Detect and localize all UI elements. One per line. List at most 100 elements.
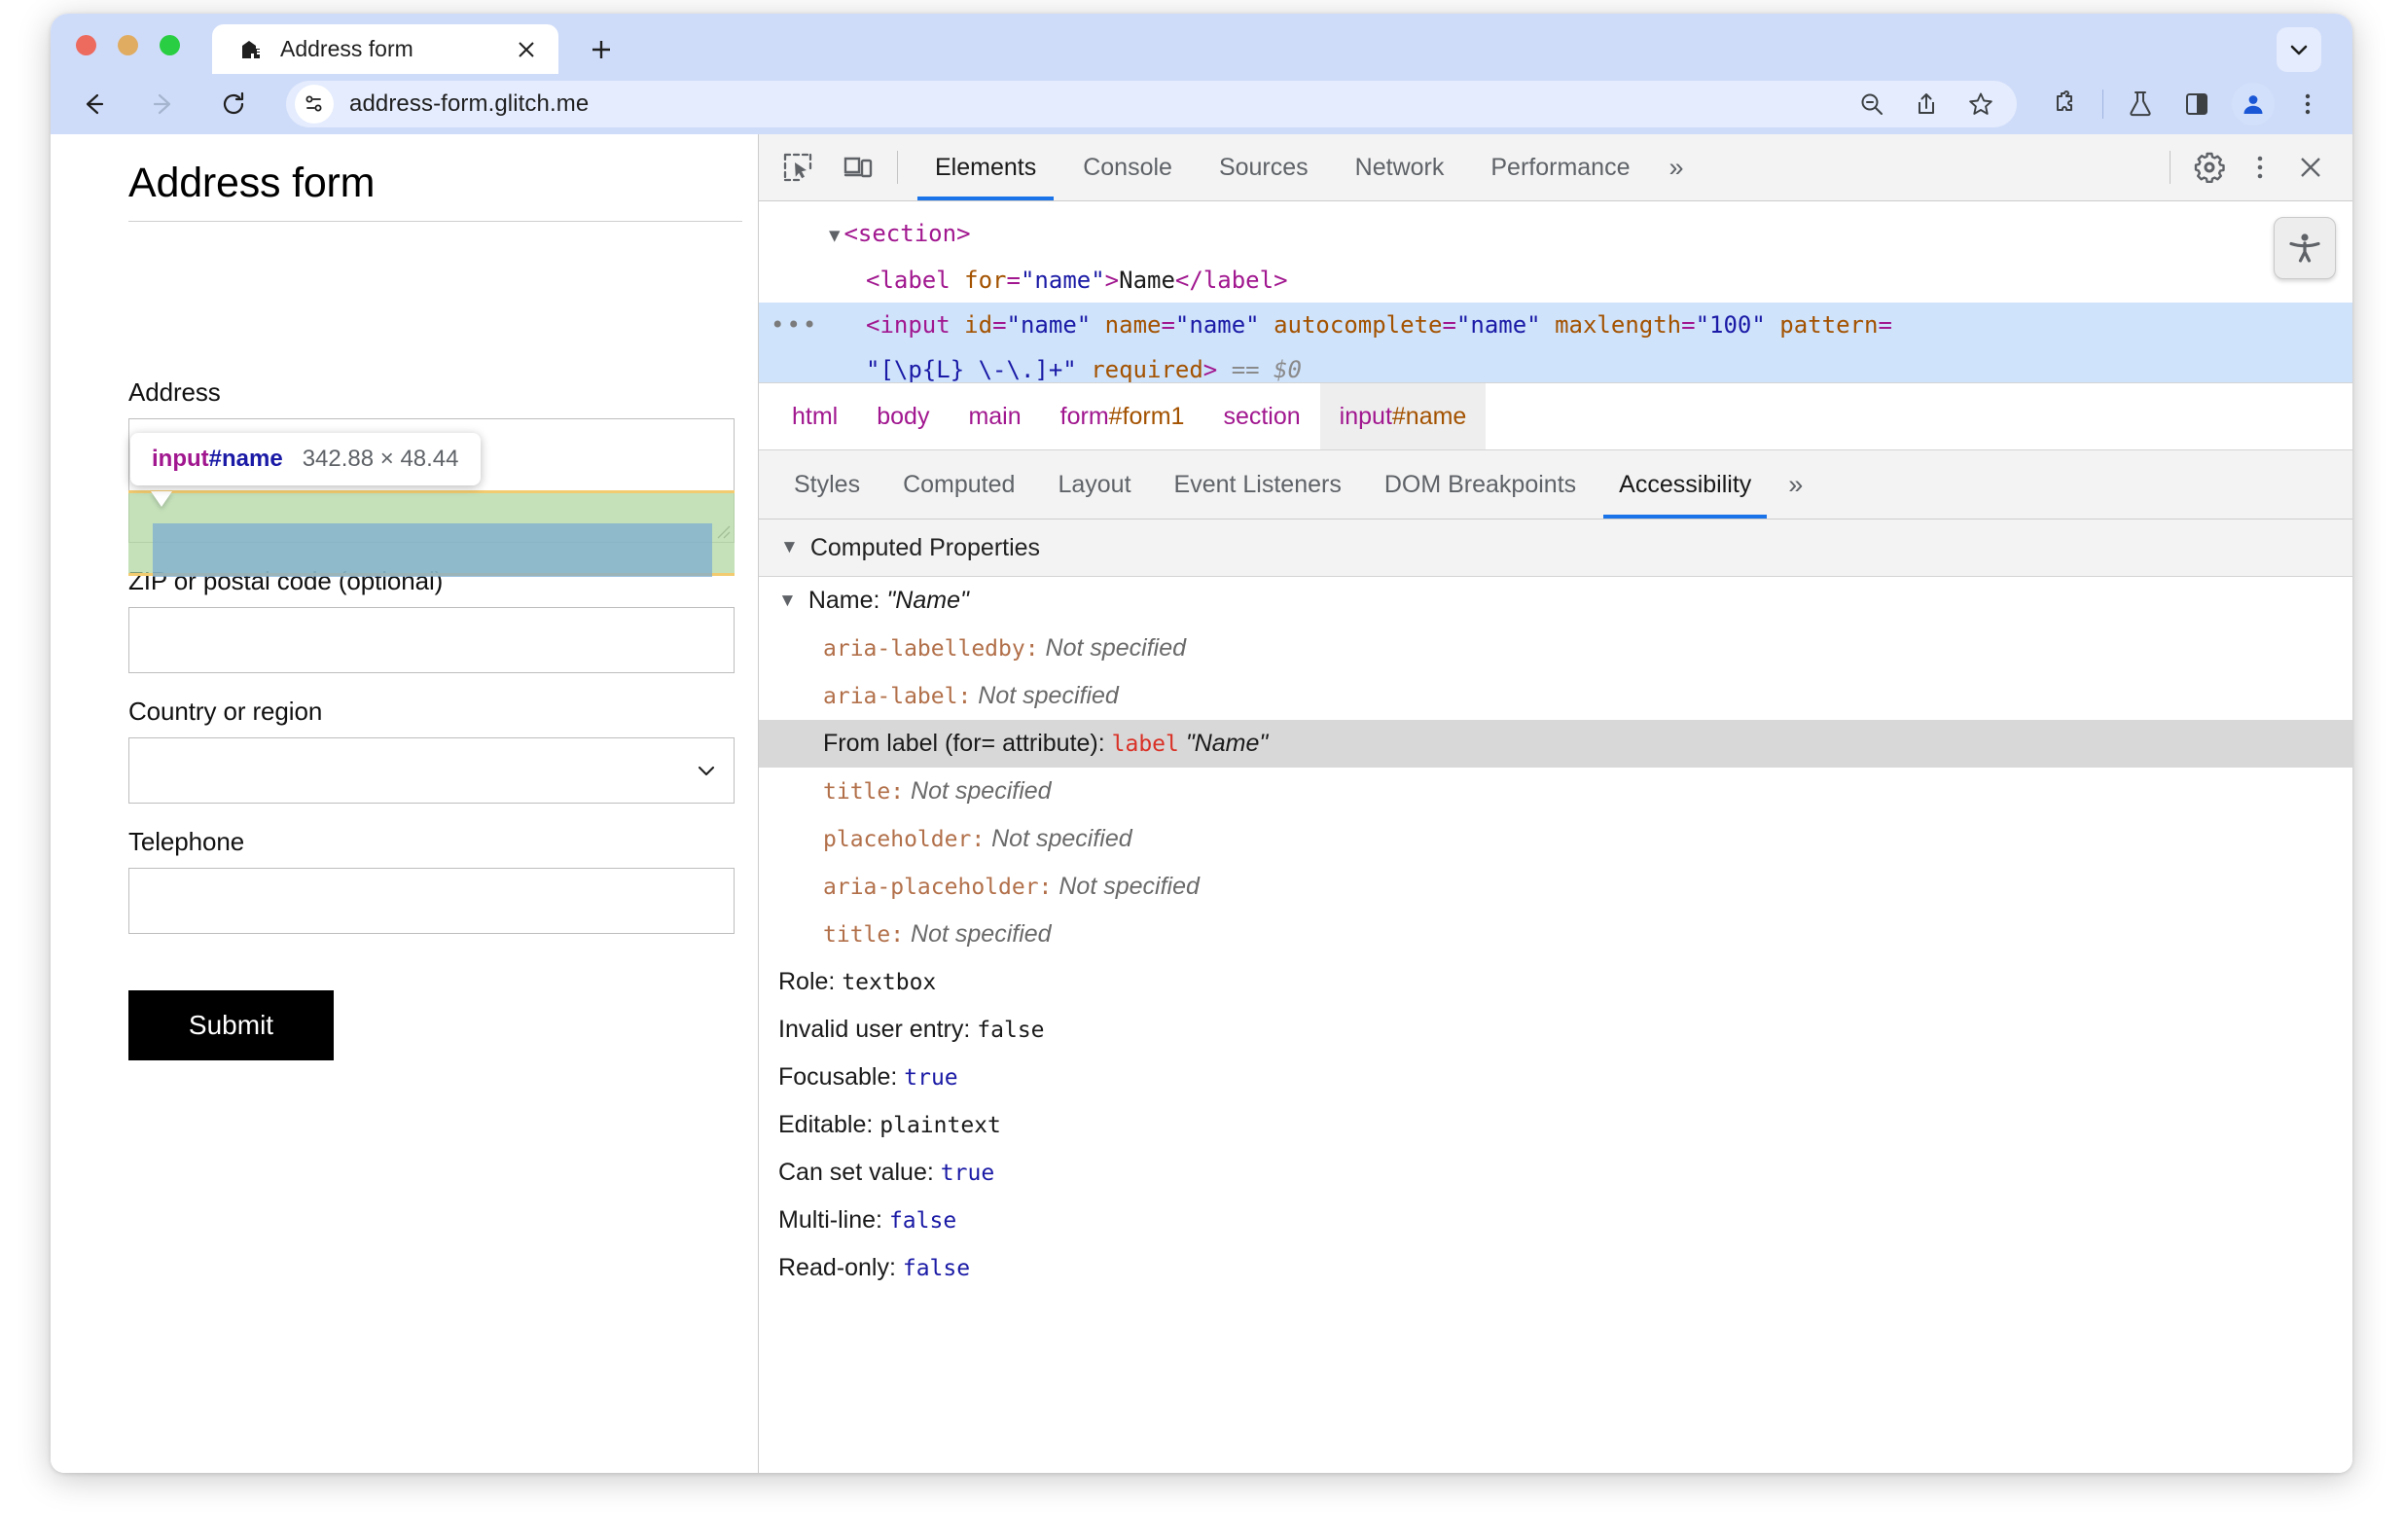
devtools-close-icon[interactable]: [2285, 142, 2336, 193]
minimize-window-button[interactable]: [118, 35, 138, 55]
devtools-toolbar-right: [2156, 142, 2352, 193]
accessibility-property-row[interactable]: Focusable: true: [759, 1054, 2352, 1101]
breadcrumb-item-body[interactable]: body: [857, 383, 949, 449]
sidebar-tab-styles[interactable]: Styles: [772, 451, 881, 519]
breadcrumb-item-section[interactable]: section: [1203, 383, 1319, 449]
sidebar-tab-layout[interactable]: Layout: [1036, 451, 1152, 519]
accessibility-property-row[interactable]: Multi-line: false: [759, 1197, 2352, 1244]
close-window-button[interactable]: [76, 35, 96, 55]
dom-token-tag: input: [879, 311, 951, 339]
breadcrumb-item-html[interactable]: html: [772, 383, 857, 449]
dom-token-attr: maxlength: [1555, 311, 1682, 339]
dom-row-twisty-icon[interactable]: ▼: [829, 213, 840, 258]
accessibility-property-row[interactable]: title: Not specified: [759, 911, 2352, 958]
dom-tree-row[interactable]: "[\p{L} \-\.]+" required> == $0: [759, 347, 2352, 382]
more-sidebar-tabs-button[interactable]: »: [1773, 470, 1818, 500]
zoom-out-icon[interactable]: [1849, 82, 1894, 126]
property-spacer: [970, 1016, 977, 1044]
property-spacer: [934, 1159, 941, 1187]
tab-performance[interactable]: Performance: [1467, 135, 1653, 200]
accessibility-property-row[interactable]: ▼ Name: "Name": [759, 577, 2352, 625]
dom-tree[interactable]: ▼ <section> <label for="name">Name</label>…: [759, 201, 2352, 382]
reload-icon[interactable]: [212, 83, 255, 125]
devtools-kebab-icon[interactable]: [2235, 142, 2285, 193]
computed-properties-header[interactable]: ▼ Computed Properties: [759, 519, 2352, 577]
accessibility-property-row[interactable]: From label (for= attribute): label "Name…: [759, 720, 2352, 768]
back-arrow-icon[interactable]: [72, 83, 115, 125]
dom-row-overflow-dots[interactable]: •••: [771, 303, 818, 347]
accessibility-property-row[interactable]: title: Not specified: [759, 768, 2352, 815]
tab-sources[interactable]: Sources: [1196, 135, 1332, 200]
dom-tree-row[interactable]: <label for="name">Name</label>: [759, 258, 2352, 303]
url-text[interactable]: address-form.glitch.me: [349, 90, 1849, 118]
device-toolbar-icon[interactable]: [833, 142, 883, 193]
accessibility-property-row[interactable]: Read-only: false: [759, 1244, 2352, 1292]
dom-token-val: "[\p{L} \-\.]+": [866, 356, 1077, 382]
close-tab-button[interactable]: [512, 35, 541, 64]
tab-elements[interactable]: Elements: [912, 135, 1059, 200]
maximize-window-button[interactable]: [160, 35, 180, 55]
glitch-favicon-icon: [239, 38, 263, 61]
dom-tree-row[interactable]: ▼ <section>: [759, 211, 2352, 258]
more-tabs-button[interactable]: »: [1653, 135, 1699, 200]
sidebar-tab-event-listeners[interactable]: Event Listeners: [1153, 451, 1363, 519]
accessibility-person-icon[interactable]: [2274, 217, 2336, 279]
breadcrumb-tag: input: [1339, 402, 1392, 430]
devtools-sidebar-tabs: Styles Computed Layout Event Listeners DOM B…: [759, 450, 2352, 519]
property-spacer: [1105, 730, 1112, 758]
star-icon[interactable]: [1958, 82, 2003, 126]
input-zip[interactable]: [128, 607, 735, 673]
profile-avatar-icon[interactable]: [2232, 83, 2275, 125]
forward-arrow-icon[interactable]: [142, 83, 185, 125]
property-value: Not specified: [911, 920, 1052, 948]
share-icon[interactable]: [1904, 82, 1949, 126]
accessibility-property-row[interactable]: aria-placeholder: Not specified: [759, 863, 2352, 911]
new-tab-button[interactable]: [581, 29, 622, 70]
accessibility-property-row[interactable]: placeholder: Not specified: [759, 815, 2352, 863]
highlight-tooltip-id: #name: [208, 446, 283, 472]
submit-button[interactable]: Submit: [128, 990, 334, 1060]
property-label: Name:: [807, 587, 880, 614]
accessibility-property-row[interactable]: aria-labelledby: Not specified: [759, 625, 2352, 672]
accessibility-properties-list: ▼ Name: "Name" aria-labelledby: Not specif…: [759, 577, 2352, 1292]
accessibility-property-row[interactable]: Editable: plaintext: [759, 1101, 2352, 1149]
address-form: Address form Name Address: [128, 160, 742, 1060]
accessibility-property-row[interactable]: Role: textbox: [759, 958, 2352, 1006]
accessibility-property-row[interactable]: aria-label: Not specified: [759, 672, 2352, 720]
highlight-content-box: [153, 523, 712, 577]
side-panel-icon[interactable]: [2173, 81, 2220, 127]
input-telephone[interactable]: [128, 868, 735, 934]
sidebar-tab-accessibility[interactable]: Accessibility: [1597, 451, 1773, 519]
property-value: true: [940, 1160, 995, 1186]
three-dot-menu-icon[interactable]: [2284, 81, 2331, 127]
site-settings-icon[interactable]: [295, 85, 334, 124]
breadcrumb-item-input[interactable]: input #name: [1319, 383, 1487, 449]
sidebar-tab-dom-breakpoints[interactable]: DOM Breakpoints: [1363, 451, 1597, 519]
tab-network[interactable]: Network: [1332, 135, 1468, 200]
breadcrumb-item-main[interactable]: main: [949, 383, 1040, 449]
browser-tab[interactable]: Address form: [212, 24, 558, 74]
accessibility-property-row[interactable]: Invalid user entry: false: [759, 1006, 2352, 1054]
puzzle-icon[interactable]: [2042, 81, 2089, 127]
tab-search-chevron-down-icon[interactable]: [2277, 27, 2321, 72]
computed-properties-twisty-icon[interactable]: ▼: [780, 537, 799, 558]
dom-tree-row[interactable]: ••• <input id="name" name="name" autocomp…: [759, 303, 2352, 347]
dom-token-val: "100": [1695, 311, 1766, 339]
dom-token-val: "name": [1006, 311, 1092, 339]
property-twisty-icon[interactable]: ▼: [778, 591, 797, 612]
dom-token-punct: =: [1442, 311, 1456, 339]
devtools-toolbar: Elements Console Sources Network Perform…: [759, 134, 2352, 201]
tab-performance-label: Performance: [1490, 153, 1631, 181]
property-spacer: [985, 825, 991, 853]
tab-console[interactable]: Console: [1059, 135, 1196, 200]
breadcrumb-item-form[interactable]: form #form1: [1041, 383, 1204, 449]
select-country[interactable]: [128, 737, 735, 804]
inspect-element-icon[interactable]: [772, 142, 823, 193]
accessibility-property-row[interactable]: Can set value: true: [759, 1149, 2352, 1197]
gear-icon[interactable]: [2184, 142, 2235, 193]
flask-icon[interactable]: [2117, 81, 2164, 127]
address-bar[interactable]: address-form.glitch.me: [286, 81, 2017, 127]
sidebar-tab-computed[interactable]: Computed: [881, 451, 1036, 519]
devtools-panel: Elements Console Sources Network Perform…: [758, 134, 2352, 1473]
dom-token-punct: >: [956, 220, 971, 247]
